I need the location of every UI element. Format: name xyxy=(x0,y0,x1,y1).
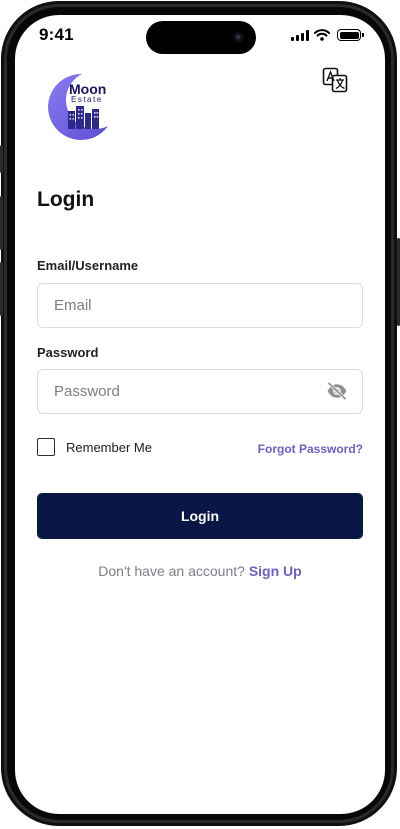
side-button xyxy=(0,262,3,316)
password-field[interactable] xyxy=(52,370,312,413)
remember-me-checkbox[interactable] xyxy=(37,438,55,456)
page-title: Login xyxy=(37,188,95,211)
dynamic-island xyxy=(146,21,256,54)
side-button xyxy=(0,145,3,173)
status-time: 9:41 xyxy=(39,25,74,44)
battery-icon xyxy=(337,29,364,41)
remember-me-row: Remember Me xyxy=(37,438,152,456)
status-icons xyxy=(291,29,364,41)
translate-icon[interactable] xyxy=(322,67,348,93)
email-label: Email/Username xyxy=(37,258,139,273)
remember-me-label: Remember Me xyxy=(66,439,152,455)
wifi-icon xyxy=(314,29,330,41)
eye-off-icon[interactable] xyxy=(326,382,348,400)
logo-subtext: Estate xyxy=(71,95,103,104)
signal-icon xyxy=(291,29,309,41)
password-field-box[interactable] xyxy=(37,369,363,414)
signup-prompt-text: Don't have an account? xyxy=(98,563,245,579)
side-button xyxy=(0,196,3,250)
login-button[interactable]: Login xyxy=(37,493,363,539)
password-label: Password xyxy=(37,345,99,360)
camera-icon xyxy=(233,32,244,43)
signup-prompt-row: Don't have an account? Sign Up xyxy=(15,563,385,579)
forgot-password-link[interactable]: Forgot Password? xyxy=(258,442,363,456)
email-field-box[interactable] xyxy=(37,283,363,328)
sign-up-link[interactable]: Sign Up xyxy=(249,563,302,579)
app-screen: 9:41 Moon Estate Login Email/Username Em… xyxy=(15,15,385,814)
email-field[interactable] xyxy=(52,284,312,327)
